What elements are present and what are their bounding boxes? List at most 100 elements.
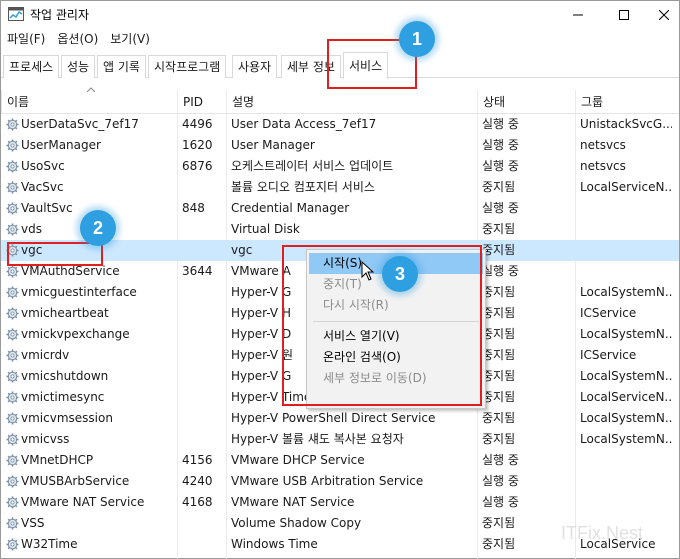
service-status: 중지됨 [482, 390, 516, 404]
service-name: UsoSvc [21, 159, 65, 173]
service-group [580, 450, 672, 471]
context-menu-separator [313, 321, 479, 322]
service-pid: 848 [182, 201, 205, 215]
service-name: W32Time [21, 537, 78, 551]
service-row[interactable]: UserDataSvc_7ef17 4496 User Data Access_7e… [1, 114, 679, 135]
service-group: LocalSystemN... [580, 285, 672, 299]
service-gear-icon [6, 496, 19, 509]
service-gear-icon [6, 265, 19, 278]
service-pid [182, 240, 222, 261]
service-status: 중지됨 [482, 243, 516, 257]
service-row[interactable]: UserManager 1620 User Manager 실행 중 netsvcs [1, 135, 679, 156]
service-description: Hyper-V 볼륨 섀도 복사본 요청자 [231, 432, 404, 446]
menu-options[interactable]: 옵션(O) [51, 29, 104, 50]
mouse-cursor-icon [361, 261, 375, 281]
service-pid: 6876 [182, 159, 213, 173]
service-status: 실행 중 [482, 264, 519, 278]
service-group: LocalSystemN... [580, 432, 672, 446]
service-pid [182, 366, 222, 387]
column-header-pid[interactable]: PID [177, 90, 226, 114]
service-row[interactable]: vmicvss Hyper-V 볼륨 섀도 복사본 요청자 중지됨 LocalSyst… [1, 429, 679, 450]
service-name: vmicrdv [21, 348, 70, 362]
column-header-description[interactable]: 설명 [226, 90, 477, 114]
service-description: Credential Manager [231, 201, 350, 215]
menu-view[interactable]: 보기(V) [104, 29, 156, 50]
service-row[interactable]: VMUSBArbService 4240 VMware USB Arbitratio… [1, 471, 679, 492]
service-description: 오케스트레이터 서비스 업데이트 [231, 159, 394, 173]
service-gear-icon [6, 307, 19, 320]
service-gear-icon [6, 517, 19, 530]
service-name: vmickvpexchange [21, 327, 130, 341]
service-pid [182, 219, 222, 240]
close-button[interactable] [647, 1, 680, 28]
service-pid [182, 513, 222, 534]
service-name: vmictimesync [21, 390, 105, 404]
service-gear-icon [6, 433, 19, 446]
close-icon [658, 9, 669, 20]
service-group [580, 219, 672, 240]
service-gear-icon [6, 475, 19, 488]
service-name: vmicshutdown [21, 369, 109, 383]
service-description: VMware DHCP Service [231, 453, 365, 467]
tab-details[interactable]: 세부 정보 [281, 55, 341, 78]
service-group: LocalServiceN... [580, 180, 672, 194]
service-group: ICService [580, 348, 637, 362]
service-pid: 4496 [182, 117, 213, 131]
tab-processes[interactable]: 프로세스 [3, 55, 60, 78]
service-group [580, 492, 672, 513]
service-pid [182, 282, 222, 303]
tab-startup[interactable]: 시작프로그램 [148, 55, 227, 78]
context-menu-open-services[interactable]: 서비스 열기(V) [309, 326, 483, 347]
maximize-button[interactable] [601, 1, 647, 28]
service-gear-icon [6, 223, 19, 236]
service-description: Volume Shadow Copy [231, 516, 362, 530]
service-group [580, 240, 672, 261]
column-header-name[interactable]: 이름 [1, 90, 177, 114]
column-header-group[interactable]: 그룹 [575, 90, 679, 114]
service-pid: 4168 [182, 495, 213, 509]
service-description: User Data Access_7ef17 [231, 117, 377, 131]
window-title: 작업 관리자 [30, 8, 90, 22]
service-group [580, 471, 672, 492]
tab-performance[interactable]: 성능 [61, 55, 96, 78]
service-group [580, 198, 672, 219]
service-gear-icon [6, 160, 19, 173]
column-header-status[interactable]: 상태 [477, 90, 575, 114]
service-status: 실행 중 [482, 159, 519, 173]
context-menu-go-to-details[interactable]: 세부 정보로 이동(D) [309, 368, 483, 389]
service-description: User Manager [231, 138, 315, 152]
service-row[interactable]: UsoSvc 6876 오케스트레이터 서비스 업데이트 실행 중 netsvcs [1, 156, 679, 177]
minimize-button[interactable] [555, 1, 601, 28]
menu-file[interactable]: 파일(F) [1, 29, 51, 50]
service-description: VMware USB Arbitration Service [231, 474, 424, 488]
service-status: 실행 중 [482, 495, 519, 509]
tab-users[interactable]: 사용자 [232, 55, 278, 78]
service-row[interactable]: vmicvmsession Hyper-V PowerShell Direct S… [1, 408, 679, 429]
service-name: VSS [21, 516, 45, 530]
service-description: Windows Time [231, 537, 318, 551]
context-menu-restart[interactable]: 다시 시작(R) [309, 295, 483, 316]
watermark-logo: ITFix.Nest [561, 523, 644, 543]
service-status: 실행 중 [482, 474, 519, 488]
step-badge-2: 2 [80, 210, 116, 246]
service-row[interactable]: VacSvc 볼륨 오디오 컴포지터 서비스 중지됨 LocalServiceN... [1, 177, 679, 198]
step-badge-3: 3 [382, 256, 418, 292]
service-gear-icon [6, 454, 19, 467]
service-name: vmicheartbeat [21, 306, 109, 320]
service-group: LocalSystemN... [580, 327, 672, 341]
service-description: Hyper-V PowerShell Direct Service [231, 411, 436, 425]
context-menu-search-online[interactable]: 온라인 검색(O) [309, 347, 483, 368]
service-row[interactable]: VMnetDHCP 4156 VMware DHCP Service 실행 중 [1, 450, 679, 471]
task-manager-window: 작업 관리자 파일(F) 옵션(O) 보기(V) 프로세스 성능 앱 기록 시작… [0, 0, 680, 559]
service-pid [182, 534, 222, 555]
tab-app-history[interactable]: 앱 기록 [97, 55, 146, 78]
service-row[interactable]: VMware NAT Service 4168 VMware NAT Service… [1, 492, 679, 513]
tab-services[interactable]: 서비스 [343, 52, 389, 79]
service-name: VacSvc [21, 180, 64, 194]
service-status: 실행 중 [482, 117, 519, 131]
service-group: LocalSystemN... [580, 369, 672, 383]
service-gear-icon [6, 244, 19, 257]
menu-bar: 파일(F) 옵션(O) 보기(V) [1, 29, 156, 50]
service-description: Virtual Disk [231, 222, 300, 236]
service-name: vmicvmsession [21, 411, 113, 425]
